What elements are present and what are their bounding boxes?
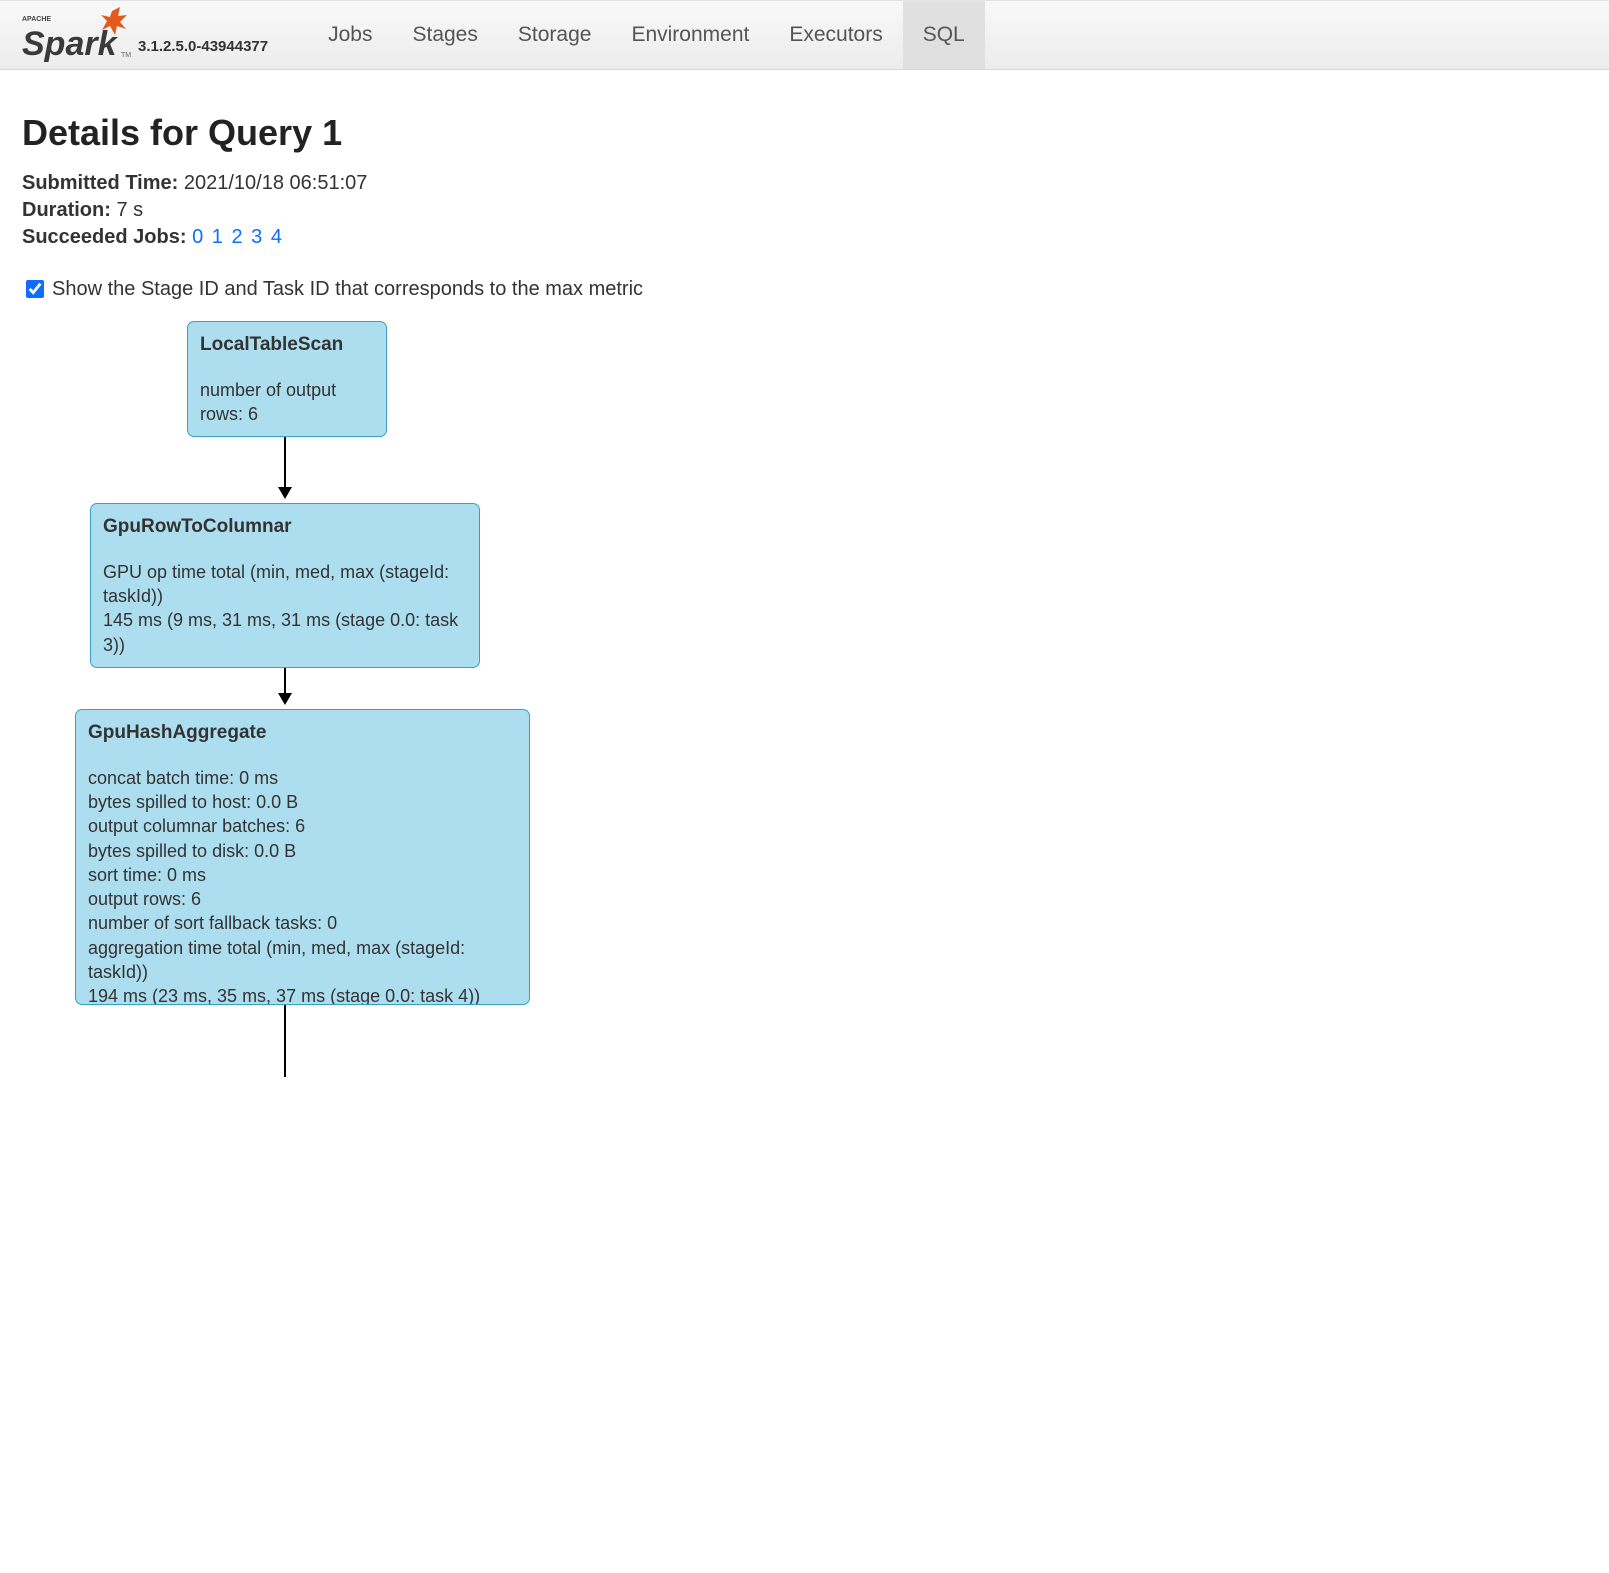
dag-node-metric: concat batch time: 0 ms [88, 766, 517, 790]
show-stage-task-id-row: Show the Stage ID and Task ID that corre… [22, 277, 1587, 301]
dag-node-gpu-hash-aggregate[interactable]: GpuHashAggregateconcat batch time: 0 msb… [75, 709, 530, 1005]
tab-stages[interactable]: Stages [392, 1, 497, 69]
spark-logo-icon: APACHE Spark TM [22, 7, 132, 63]
dag-plan: LocalTableScan number of output rows: 6 Gp… [22, 321, 1587, 1081]
job-link-0[interactable]: 0 [192, 226, 203, 248]
dag-node-metric: aggregation time total (min, med, max (s… [88, 936, 517, 985]
svg-text:APACHE: APACHE [22, 16, 51, 23]
succeeded-jobs-list: 0 1 2 3 4 [192, 226, 285, 248]
dag-node-metric: output columnar batches: 6 [88, 814, 517, 838]
navbar: APACHE Spark TM 3.1.2.5.0-43944377 Jobs … [0, 0, 1609, 70]
dag-node-metric: number of output rows: 6 [200, 378, 374, 427]
succeeded-label: Succeeded Jobs: [22, 226, 187, 248]
dag-node-metric: output rows: 6 [88, 887, 517, 911]
submitted-label: Submitted Time: [22, 172, 178, 194]
job-link-4[interactable]: 4 [271, 226, 282, 248]
tab-environment[interactable]: Environment [611, 1, 769, 69]
dag-node-title: LocalTableScan [200, 332, 374, 358]
svg-text:Spark: Spark [22, 25, 119, 63]
job-link-1[interactable]: 1 [212, 226, 223, 248]
tab-storage[interactable]: Storage [498, 1, 612, 69]
svg-text:TM: TM [121, 52, 131, 59]
dag-node-local-table-scan[interactable]: LocalTableScan number of output rows: 6 [187, 321, 387, 437]
page-title: Details for Query 1 [22, 112, 1587, 154]
show-stage-task-id-checkbox[interactable] [26, 280, 44, 298]
job-link-3[interactable]: 3 [251, 226, 262, 248]
dag-node-metric: bytes spilled to disk: 0.0 B [88, 839, 517, 863]
dag-node-metric: bytes spilled to host: 0.0 B [88, 790, 517, 814]
meta-succeeded-jobs: Succeeded Jobs: 0 1 2 3 4 [22, 226, 1587, 249]
submitted-value: 2021/10/18 06:51:07 [184, 172, 368, 194]
dag-node-metric: 194 ms (23 ms, 35 ms, 37 ms (stage 0.0: … [88, 984, 517, 1005]
dag-node-metric: 145 ms (9 ms, 31 ms, 31 ms (stage 0.0: t… [103, 608, 467, 657]
meta-submitted: Submitted Time: 2021/10/18 06:51:07 [22, 172, 1587, 195]
dag-edge [284, 1005, 286, 1077]
tab-sql[interactable]: SQL [903, 1, 985, 69]
dag-node-title: GpuRowToColumnar [103, 514, 467, 540]
spark-version: 3.1.2.5.0-43944377 [138, 38, 268, 63]
job-link-2[interactable]: 2 [231, 226, 242, 248]
content: Details for Query 1 Submitted Time: 2021… [0, 70, 1609, 1081]
dag-node-metric: sort time: 0 ms [88, 863, 517, 887]
dag-node-title: GpuHashAggregate [88, 720, 517, 746]
dag-node-metric: GPU op time total (min, med, max (stageI… [103, 560, 467, 609]
duration-label: Duration: [22, 199, 111, 221]
tab-jobs[interactable]: Jobs [308, 1, 392, 69]
arrow-down-icon [278, 487, 292, 499]
meta-duration: Duration: 7 s [22, 199, 1587, 222]
dag-node-metric: number of sort fallback tasks: 0 [88, 911, 517, 935]
brand[interactable]: APACHE Spark TM 3.1.2.5.0-43944377 [22, 7, 268, 63]
arrow-down-icon [278, 693, 292, 705]
duration-value: 7 s [116, 199, 143, 221]
dag-node-gpu-row-to-columnar[interactable]: GpuRowToColumnar GPU op time total (min, … [90, 503, 480, 668]
nav-tabs: Jobs Stages Storage Environment Executor… [308, 1, 985, 69]
tab-executors[interactable]: Executors [769, 1, 902, 69]
show-stage-task-id-label[interactable]: Show the Stage ID and Task ID that corre… [52, 278, 643, 301]
